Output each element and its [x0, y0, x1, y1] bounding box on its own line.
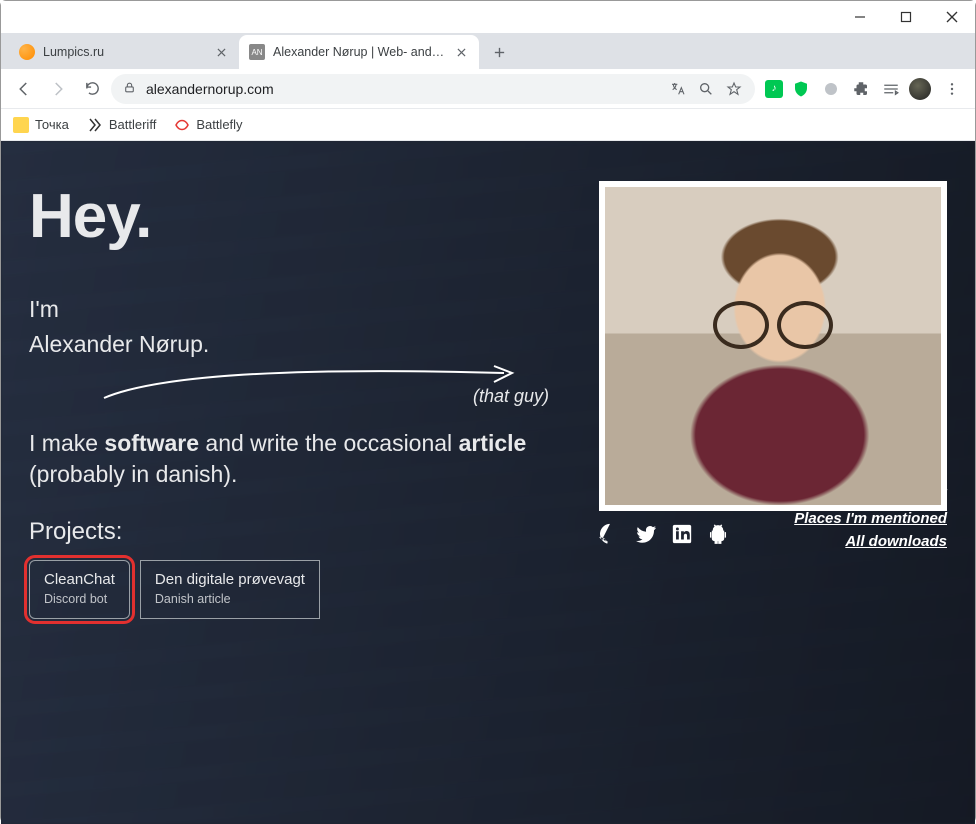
- project-subtitle: Danish article: [155, 592, 305, 608]
- browser-menu-button[interactable]: [937, 74, 967, 104]
- bookmark-tochka[interactable]: Точка: [13, 117, 69, 133]
- intro-description: I make software and write the occasional…: [29, 428, 529, 490]
- hero-heading: Hey.: [29, 181, 529, 252]
- arrow-annotation: (that guy): [29, 366, 529, 414]
- favicon-icon: [19, 44, 35, 60]
- extension-music-icon[interactable]: ♪: [765, 80, 783, 98]
- tab-lumpics[interactable]: Lumpics.ru: [9, 35, 239, 69]
- projects-row: CleanChat Discord bot Den digitale prøve…: [29, 560, 529, 618]
- project-provevagt[interactable]: Den digitale prøvevagt Danish article: [140, 560, 320, 618]
- profile-photo: [599, 181, 947, 511]
- link-downloads[interactable]: All downloads: [845, 533, 947, 550]
- bookmarks-bar: Точка Battleriff Battlefly: [1, 109, 975, 141]
- page-viewport: Hey. I'm Alexander Nørup. (that guy) I m…: [1, 141, 975, 824]
- extensions-row: ♪: [759, 74, 967, 104]
- project-subtitle: Discord bot: [44, 592, 115, 608]
- tab-title: Alexander Nørup | Web- and sof: [273, 45, 445, 59]
- thatguy-caption: (that guy): [473, 386, 549, 407]
- bookmark-battleriff[interactable]: Battleriff: [87, 117, 156, 133]
- extensions-button[interactable]: [849, 77, 873, 101]
- tab-strip: Lumpics.ru AN Alexander Nørup | Web- and…: [1, 33, 975, 69]
- linkedin-icon[interactable]: [671, 523, 693, 545]
- project-title: CleanChat: [44, 571, 115, 590]
- projects-heading: Projects:: [29, 518, 529, 546]
- back-button[interactable]: [9, 74, 39, 104]
- window-maximize-button[interactable]: [883, 1, 929, 33]
- tab-alexandernorup[interactable]: AN Alexander Nørup | Web- and sof: [239, 35, 479, 69]
- close-icon[interactable]: [213, 44, 229, 60]
- favicon-icon: AN: [249, 44, 265, 60]
- extension-gray-icon[interactable]: [819, 77, 843, 101]
- bookmark-battlefly[interactable]: Battlefly: [174, 117, 242, 133]
- forward-button[interactable]: [43, 74, 73, 104]
- zoom-icon[interactable]: [697, 80, 715, 98]
- browser-toolbar: alexandernorup.com ♪: [1, 69, 975, 109]
- media-control-icon[interactable]: [879, 77, 903, 101]
- profile-avatar[interactable]: [909, 78, 931, 100]
- bookmark-favicon-icon: [87, 117, 103, 133]
- lock-icon: [123, 81, 136, 97]
- bookmark-star-icon[interactable]: [725, 80, 743, 98]
- window-titlebar: [1, 1, 975, 33]
- translate-icon[interactable]: [669, 80, 687, 98]
- address-bar[interactable]: alexandernorup.com: [111, 74, 755, 104]
- tab-title: Lumpics.ru: [43, 45, 205, 59]
- window-minimize-button[interactable]: [837, 1, 883, 33]
- link-places[interactable]: Places I'm mentioned: [794, 510, 947, 527]
- project-title: Den digitale prøvevagt: [155, 571, 305, 590]
- reload-button[interactable]: [77, 74, 107, 104]
- extension-adblock-icon[interactable]: [789, 77, 813, 101]
- window-close-button[interactable]: [929, 1, 975, 33]
- twitter-icon[interactable]: [635, 523, 657, 545]
- bookmark-label: Battlefly: [196, 117, 242, 132]
- bookmark-favicon-icon: [174, 117, 190, 133]
- bookmark-label: Battleriff: [109, 117, 156, 132]
- github-icon[interactable]: [599, 523, 621, 545]
- bookmark-favicon-icon: [13, 117, 29, 133]
- new-tab-button[interactable]: [485, 38, 513, 66]
- intro-name: Alexander Nørup.: [29, 329, 529, 360]
- bookmark-label: Точка: [35, 117, 69, 132]
- close-icon[interactable]: [453, 44, 469, 60]
- url-text: alexandernorup.com: [146, 81, 659, 97]
- intro-im: I'm: [29, 294, 529, 325]
- android-icon[interactable]: [707, 523, 729, 545]
- project-cleanchat[interactable]: CleanChat Discord bot: [29, 560, 130, 618]
